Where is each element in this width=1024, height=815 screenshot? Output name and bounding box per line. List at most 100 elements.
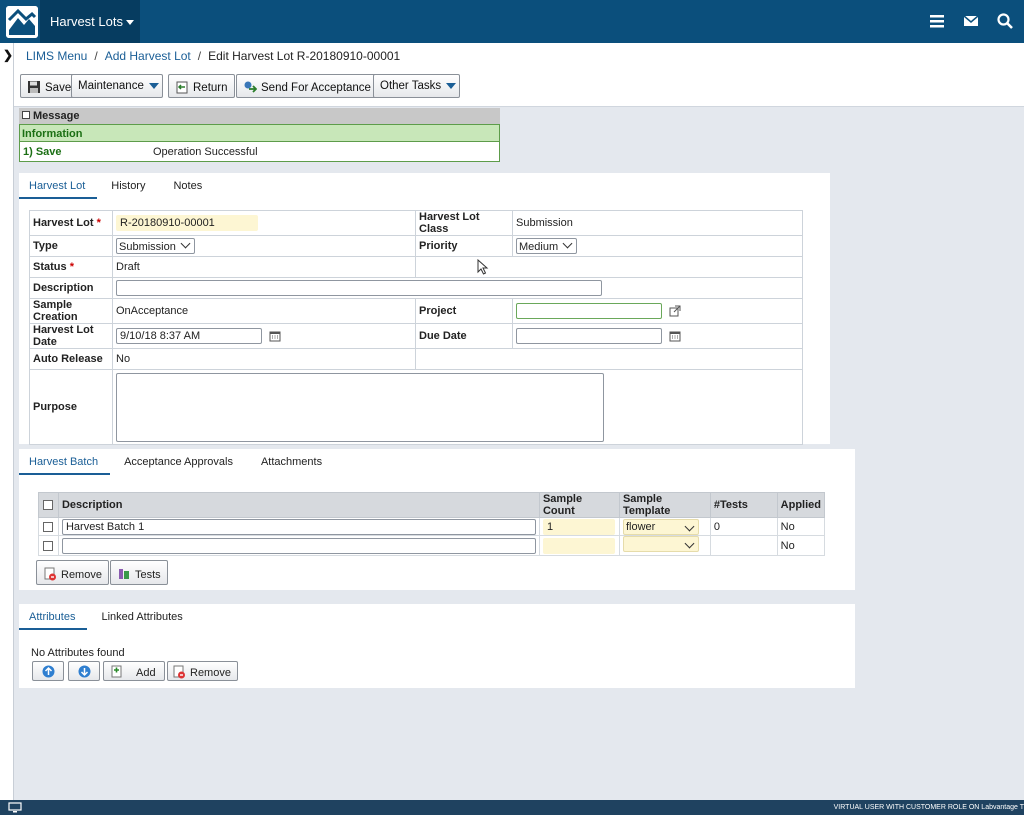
auto-release-label: Auto Release bbox=[29, 348, 113, 370]
tests-count: 0 bbox=[709, 517, 778, 536]
chevron-down-icon bbox=[446, 82, 457, 89]
applied-value: No bbox=[776, 535, 826, 556]
calendar-icon[interactable] bbox=[669, 330, 681, 342]
search-icon[interactable] bbox=[996, 12, 1014, 30]
attributes-panel: Attributes Linked Attributes No Attribut… bbox=[19, 604, 855, 688]
harvest-lot-field[interactable]: R-20180910-00001 bbox=[116, 215, 258, 231]
row-checkbox[interactable] bbox=[43, 540, 54, 551]
priority-select[interactable]: Medium bbox=[516, 238, 578, 254]
message-item-key: 1) Save bbox=[23, 146, 62, 158]
sample-count-input[interactable]: 1 bbox=[542, 518, 615, 535]
app-logo-icon[interactable] bbox=[6, 6, 38, 38]
return-icon bbox=[176, 81, 188, 94]
move-down-button[interactable] bbox=[68, 661, 100, 681]
monitor-icon[interactable] bbox=[8, 802, 22, 813]
calendar-icon[interactable] bbox=[269, 330, 281, 342]
project-input[interactable] bbox=[516, 303, 662, 319]
remove-batch-button[interactable]: Remove bbox=[36, 560, 109, 585]
remove-attribute-button[interactable]: Remove bbox=[167, 661, 238, 681]
tests-label: Tests bbox=[135, 569, 161, 581]
harvest-lot-date-label: Harvest Lot Date bbox=[29, 323, 113, 349]
tab-acceptance-approvals[interactable]: Acceptance Approvals bbox=[110, 449, 247, 475]
status-label: Status * bbox=[29, 256, 113, 278]
sample-template-select[interactable]: flower bbox=[622, 518, 699, 535]
column-header[interactable]: Sample Template bbox=[618, 492, 711, 518]
batch-description-input[interactable]: Harvest Batch 1 bbox=[61, 518, 536, 535]
mouse-cursor-icon bbox=[477, 259, 489, 275]
status-value: Draft bbox=[112, 256, 416, 278]
return-label: Return bbox=[193, 82, 228, 94]
chevron-down-icon bbox=[180, 238, 191, 249]
breadcrumb-lims-menu[interactable]: LIMS Menu bbox=[26, 49, 87, 63]
open-external-icon[interactable] bbox=[669, 305, 681, 317]
batch-description-input[interactable] bbox=[61, 537, 536, 554]
chevron-down-icon bbox=[684, 521, 695, 531]
chevron-down-icon bbox=[148, 82, 159, 89]
message-header[interactable]: Message bbox=[19, 108, 500, 124]
arrow-down-icon bbox=[78, 665, 91, 678]
harvest-lot-panel: Harvest Lot History Notes Harvest Lot * … bbox=[19, 173, 830, 445]
harvest-lot-date-input[interactable]: 9/10/18 8:37 AM bbox=[116, 328, 262, 344]
move-up-button[interactable] bbox=[32, 661, 64, 681]
hamburger-menu-icon[interactable] bbox=[928, 12, 946, 30]
tab-harvest-lot[interactable]: Harvest Lot bbox=[19, 173, 98, 199]
column-header[interactable]: Sample Count bbox=[538, 492, 620, 518]
add-attribute-label: Add bbox=[136, 667, 156, 679]
status-bar-text: VIRTUAL USER WITH CUSTOMER ROLE ON Labva… bbox=[833, 804, 1024, 811]
column-header[interactable]: Applied bbox=[776, 492, 826, 518]
purpose-textarea[interactable] bbox=[116, 372, 604, 442]
sample-creation-label: Sample Creation bbox=[29, 298, 113, 324]
tab-attachments[interactable]: Attachments bbox=[247, 449, 336, 475]
description-input[interactable] bbox=[116, 280, 602, 296]
other-tasks-label: Other Tasks bbox=[380, 80, 442, 92]
mail-icon[interactable] bbox=[962, 12, 980, 30]
maintenance-dropdown[interactable]: Maintenance bbox=[71, 74, 163, 98]
type-label: Type bbox=[29, 235, 113, 257]
main-content: LIMS Menu / Add Harvest Lot / Edit Harvest L… bbox=[14, 43, 1024, 800]
auto-release-value: No bbox=[112, 348, 416, 370]
table-row: Harvest Batch 1 1 flower 0 No bbox=[38, 517, 826, 536]
project-label: Project bbox=[415, 298, 513, 324]
send-for-acceptance-label: Send For Acceptance bbox=[261, 82, 371, 94]
expand-sidebar-icon[interactable]: ❯ bbox=[3, 48, 13, 62]
message-item-value: Operation Successful bbox=[153, 146, 258, 158]
tab-attributes[interactable]: Attributes bbox=[19, 604, 88, 630]
chevron-down-icon bbox=[126, 20, 134, 25]
app-header: Harvest Lots bbox=[0, 0, 1024, 43]
applied-value: No bbox=[776, 517, 826, 536]
select-all-checkbox[interactable] bbox=[43, 500, 54, 511]
breadcrumb: LIMS Menu / Add Harvest Lot / Edit Harvest L… bbox=[14, 43, 1024, 69]
sample-count-input[interactable] bbox=[542, 537, 615, 554]
other-tasks-dropdown[interactable]: Other Tasks bbox=[373, 74, 460, 98]
tab-history[interactable]: History bbox=[97, 173, 159, 199]
priority-label: Priority bbox=[415, 235, 513, 257]
due-date-input[interactable] bbox=[516, 328, 662, 344]
save-label: Save bbox=[45, 82, 72, 94]
harvest-batch-tabs: Harvest Batch Acceptance Approvals Attac… bbox=[19, 449, 336, 475]
breadcrumb-add-harvest-lot[interactable]: Add Harvest Lot bbox=[105, 49, 191, 63]
attributes-tabs: Attributes Linked Attributes bbox=[19, 604, 197, 630]
save-button[interactable]: Save bbox=[20, 74, 79, 98]
return-button[interactable]: Return bbox=[168, 74, 235, 98]
tab-notes[interactable]: Notes bbox=[159, 173, 216, 199]
side-rail: ❯ bbox=[0, 43, 14, 800]
tests-icon bbox=[119, 569, 129, 579]
collapse-icon[interactable] bbox=[22, 111, 30, 119]
sample-template-select[interactable] bbox=[622, 536, 699, 552]
column-header[interactable]: Description bbox=[57, 492, 540, 518]
status-bar: VIRTUAL USER WITH CUSTOMER ROLE ON Labva… bbox=[0, 800, 1024, 815]
tab-linked-attributes[interactable]: Linked Attributes bbox=[87, 604, 196, 630]
remove-batch-label: Remove bbox=[61, 569, 102, 581]
harvest-batch-grid: Description Sample Count Sample Template… bbox=[38, 492, 826, 556]
floppy-disk-icon bbox=[28, 81, 40, 93]
row-checkbox[interactable] bbox=[43, 521, 54, 532]
type-select[interactable]: Submission bbox=[116, 238, 195, 254]
add-attribute-button[interactable]: Add bbox=[103, 661, 165, 681]
tab-harvest-batch[interactable]: Harvest Batch bbox=[19, 449, 111, 475]
column-header[interactable]: #Tests bbox=[709, 492, 778, 518]
tests-button[interactable]: Tests bbox=[110, 560, 168, 585]
table-row: No bbox=[38, 535, 826, 556]
send-for-acceptance-button[interactable]: Send For Acceptance bbox=[236, 74, 378, 98]
app-module-menu[interactable]: Harvest Lots bbox=[40, 0, 140, 43]
message-level: Information bbox=[19, 124, 500, 142]
